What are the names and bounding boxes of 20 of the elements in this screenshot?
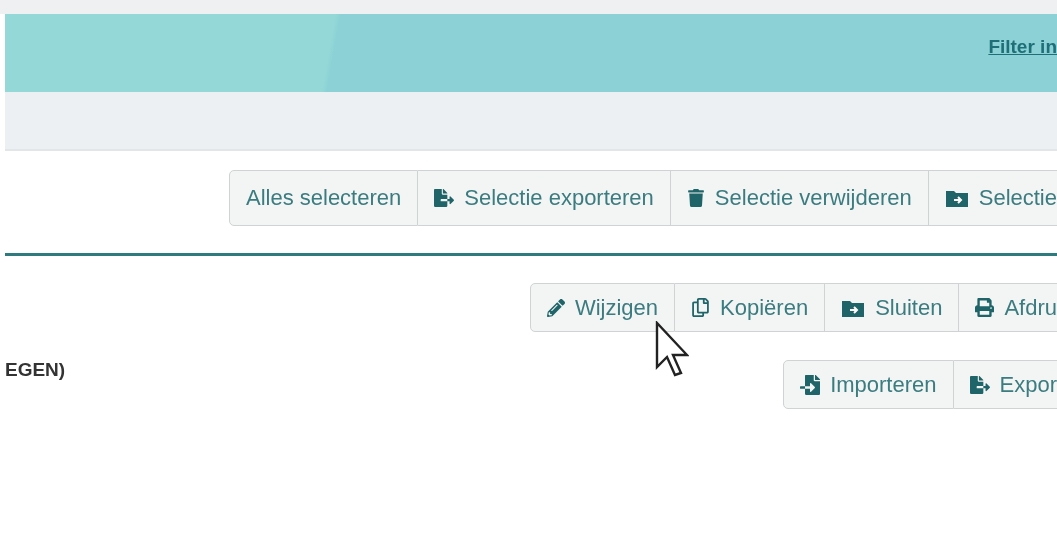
file-export-icon — [434, 188, 455, 208]
toolbar-button[interactable]: Expor — [953, 360, 1057, 409]
trash-icon — [686, 189, 705, 207]
file-import-icon — [800, 374, 821, 395]
toolbar-button[interactable]: Alles selecteren — [228, 170, 419, 226]
toolbar-button[interactable]: Selectie exporteren — [418, 170, 671, 226]
file-export-icon — [969, 374, 990, 395]
folder-arrow-icon — [944, 188, 969, 208]
toolbar-button[interactable]: Selectie verwijderen — [670, 170, 929, 226]
toolbar-button[interactable]: Importeren — [783, 360, 954, 409]
toolbar-button[interactable]: Afdru — [959, 283, 1057, 332]
filter-link[interactable]: Filter in — [988, 36, 1057, 58]
toolbar-button[interactable]: Kopiëren — [675, 283, 826, 332]
toolbar-button[interactable]: Selectie — [928, 170, 1057, 226]
pencil-icon — [546, 298, 565, 317]
print-icon — [975, 298, 995, 317]
section-title: EGEN) — [5, 358, 66, 381]
toolbar-button[interactable]: Sluiten — [825, 283, 960, 332]
toolbar-button[interactable]: Wijzigen — [529, 283, 676, 332]
copy-icon — [691, 298, 711, 317]
